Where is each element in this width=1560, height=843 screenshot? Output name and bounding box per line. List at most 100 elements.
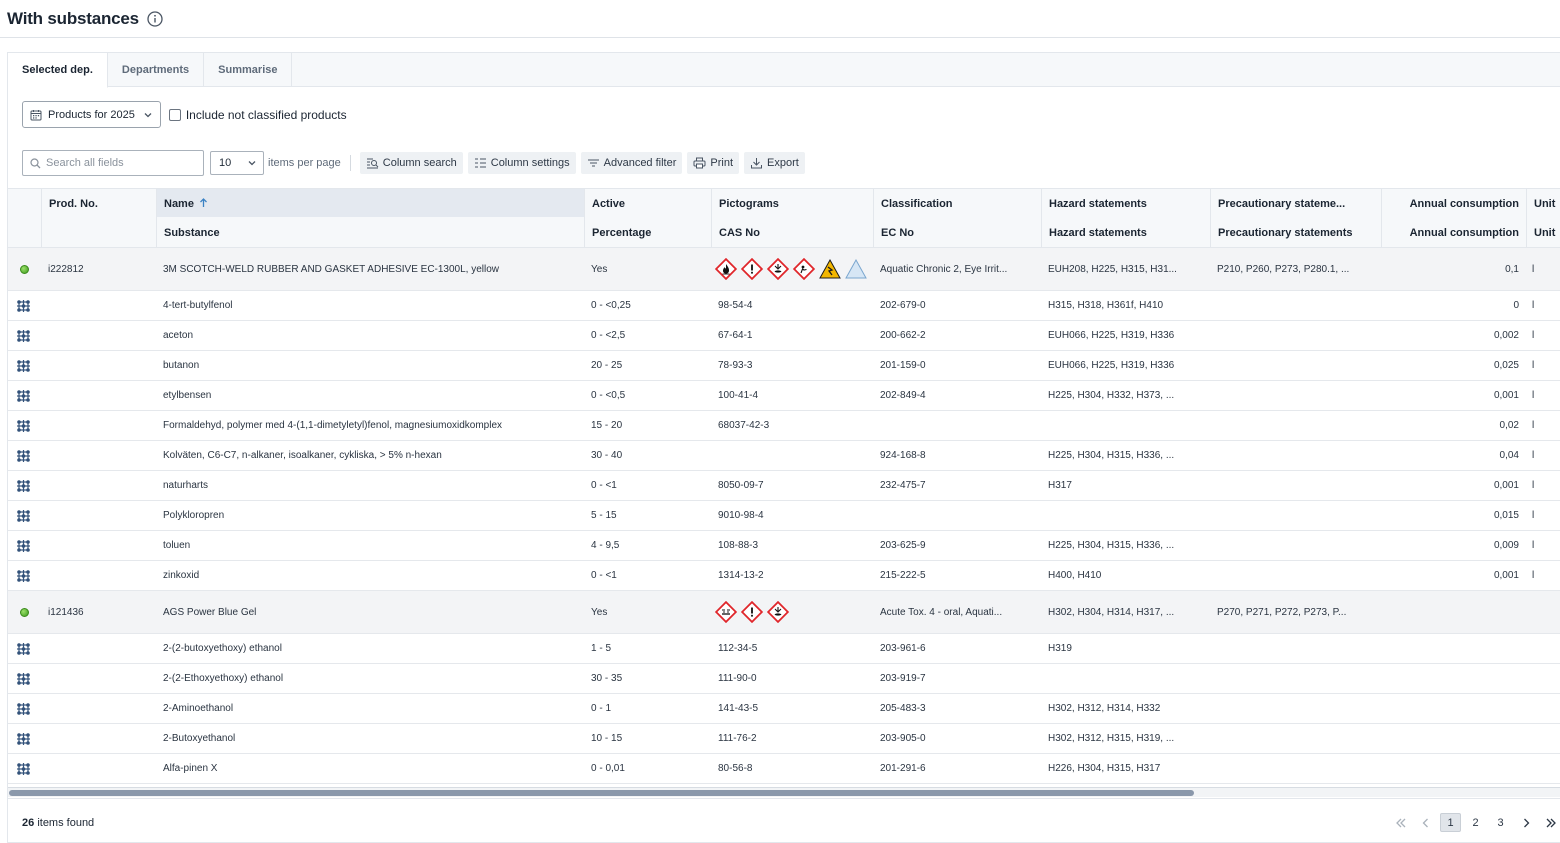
cell-pic: [718, 441, 866, 470]
previous-page-icon[interactable]: [1415, 813, 1436, 832]
substance-cell-icon: [16, 441, 34, 470]
scrollbar-thumb[interactable]: [9, 790, 1194, 796]
substance-row[interactable]: butanon 20 - 25 78-93-3 201-159-0 EUH066, H2…: [8, 351, 1560, 381]
substance-row[interactable]: Alfa-pinen X 0 - 0,01 80-56-8 201-291-6 H226…: [8, 754, 1560, 784]
cell-active: 10 - 15: [591, 733, 623, 744]
molecule-icon: [16, 419, 31, 433]
cell-active: 1 - 5: [591, 643, 612, 654]
cell-ann: 0,002: [1493, 330, 1519, 341]
cell-active: 0 - 1: [591, 703, 612, 714]
header-name[interactable]: Name Substance: [156, 189, 584, 247]
ghs-triangle-blue-icon: [845, 259, 867, 279]
substance-row[interactable]: 2-Butoxyethanol 10 - 15 111-76-2 203-905-0 H…: [8, 724, 1560, 754]
substance-cell-icon: [16, 634, 34, 663]
molecule-icon: [16, 569, 31, 583]
header-pictograms[interactable]: Pictograms CAS No: [711, 189, 873, 247]
header-prod-no[interactable]: Prod. No.: [41, 189, 156, 247]
first-page-icon[interactable]: [1390, 813, 1411, 832]
tab-departments[interactable]: Departments: [108, 53, 205, 87]
substance-row[interactable]: naturharts 0 - <1 8050-09-7 232-475-7 H317 0,…: [8, 471, 1560, 501]
ghs-flame-icon: [715, 258, 737, 280]
page-3-button[interactable]: 3: [1490, 813, 1511, 832]
cell-cls: 924-168-8: [880, 450, 926, 461]
print-button[interactable]: Print: [687, 152, 740, 174]
cell-haz: [1048, 501, 1203, 530]
export-button[interactable]: Export: [744, 152, 805, 174]
cell-haz: H225, H304, H332, H373, ...: [1048, 390, 1175, 401]
cell-prod: i121436: [48, 606, 84, 618]
page-1-button[interactable]: 1: [1440, 813, 1461, 832]
info-icon[interactable]: [147, 10, 163, 27]
header-unit[interactable]: Unit Unit: [1526, 189, 1560, 247]
cell-cls: 203-961-6: [880, 643, 926, 654]
cell-ann: 0,02: [1499, 420, 1519, 431]
cell-cls: 205-483-3: [880, 703, 926, 714]
items-per-page-select[interactable]: 10: [210, 151, 264, 175]
molecule-icon: [16, 762, 31, 776]
tab-selected-dep[interactable]: Selected dep.: [8, 53, 108, 88]
cell-unit: l: [1532, 450, 1535, 461]
substance-row[interactable]: etylbensen 0 - <0,5 100-41-4 202-849-4 H225,…: [8, 381, 1560, 411]
header-hazard[interactable]: Hazard statements Hazard statements: [1041, 189, 1210, 247]
cell-unit: l: [1532, 570, 1535, 581]
cell-prod: i222812: [48, 263, 84, 275]
horizontal-scrollbar[interactable]: [8, 787, 1560, 797]
substance-row[interactable]: Polykloropren 5 - 15 9010-98-4 0,015 l: [8, 501, 1560, 531]
header-annual-label-2: Annual consumption: [1409, 227, 1519, 239]
header-precautionary-label: Precautionary stateme...: [1218, 198, 1346, 210]
header-classification[interactable]: Classification EC No: [873, 189, 1041, 247]
column-search-button[interactable]: Column search: [359, 152, 463, 174]
toolbar-divider: [349, 155, 351, 171]
cell-haz: H302, H312, H315, H319, ...: [1048, 733, 1175, 744]
header-precautionary[interactable]: Precautionary stateme... Precautionary s…: [1210, 189, 1381, 247]
product-row[interactable]: i222812 3M SCOTCH-WELD RUBBER AND GASKET …: [8, 248, 1560, 291]
substance-row[interactable]: 2-Aminoethanol 0 - 1 141-43-5 205-483-3 H302…: [8, 694, 1560, 724]
cell-unit: l: [1532, 510, 1535, 521]
molecule-icon: [16, 509, 31, 523]
cell-haz: H319: [1048, 643, 1072, 654]
cell-name: 2-Aminoethanol: [163, 703, 234, 714]
molecule-icon: [16, 732, 31, 746]
substance-row[interactable]: 4-tert-butylfenol 0 - <0,25 98-54-4 202-679…: [8, 291, 1560, 321]
cell-cls: 203-625-9: [880, 540, 926, 551]
page-header: With substances: [0, 0, 1560, 38]
cell-pic: 9010-98-4: [718, 510, 764, 521]
year-select[interactable]: Products for 2025: [22, 101, 161, 128]
checkbox-box[interactable]: [168, 108, 181, 121]
substance-cell-icon: [16, 411, 34, 440]
header-ec-label: EC No: [881, 227, 914, 239]
page-2-button[interactable]: 2: [1465, 813, 1486, 832]
header-name-line: Name: [164, 198, 208, 211]
header-active[interactable]: Active Percentage: [584, 189, 711, 247]
search-input[interactable]: Search all fields: [22, 150, 204, 176]
last-page-icon[interactable]: [1540, 813, 1560, 832]
cell-cls: [880, 501, 1034, 530]
substance-cell-icon: [16, 351, 34, 380]
cell-haz: H400, H410: [1048, 570, 1102, 581]
next-page-icon[interactable]: [1515, 813, 1536, 832]
cell-cls: 215-222-5: [880, 570, 926, 581]
year-select-value: Products for 2025: [48, 108, 135, 121]
tab-summarise[interactable]: Summarise: [204, 53, 293, 87]
include-not-classified-checkbox[interactable]: Include not classified products: [168, 108, 347, 122]
header-name-label: Name: [164, 198, 194, 210]
export-label: Export: [767, 157, 799, 169]
substance-cell-icon: [16, 664, 34, 693]
column-settings-button[interactable]: Column settings: [467, 152, 576, 174]
ghs-exclamation-icon: [741, 601, 763, 623]
substance-row[interactable]: Formaldehyd, polymer med 4-(1,1-dimetyle…: [8, 411, 1560, 441]
substance-row[interactable]: aceton 0 - <2,5 67-64-1 200-662-2 EUH066, H2…: [8, 321, 1560, 351]
advanced-filter-button[interactable]: Advanced filter: [580, 152, 683, 174]
substance-row[interactable]: 2-(2-butoxyethoxy) ethanol 1 - 5 112-34-5 2…: [8, 634, 1560, 664]
print-label: Print: [710, 157, 734, 169]
molecule-icon: [16, 642, 31, 656]
substance-row[interactable]: zinkoxid 0 - <1 1314-13-2 215-222-5 H400, H4…: [8, 561, 1560, 591]
header-annual[interactable]: Annual consumption Annual consumption: [1381, 189, 1526, 247]
cell-pic: 111-90-0: [718, 673, 757, 684]
product-row[interactable]: i121436 AGS Power Blue Gel Yes Acute Tox. 4…: [8, 591, 1560, 634]
substance-row[interactable]: toluen 4 - 9,5 108-88-3 203-625-9 H225, H304…: [8, 531, 1560, 561]
ghs-health-hazard-icon: [793, 258, 815, 280]
cell-ann: 0,025: [1493, 360, 1519, 371]
substance-row[interactable]: Kolväten, C6-C7, n-alkaner, isoalkaner, …: [8, 441, 1560, 471]
substance-row[interactable]: 2-(2-Ethoxyethoxy) ethanol 30 - 35 111-90-…: [8, 664, 1560, 694]
